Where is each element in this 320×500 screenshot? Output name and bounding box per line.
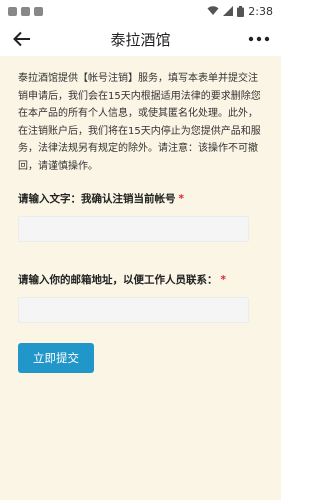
notification-icon — [8, 6, 17, 16]
more-options-button[interactable] — [247, 27, 271, 51]
confirm-text-label-text: 请输入文字：我确认注销当前帐号 — [18, 193, 176, 205]
status-bar: 2:38 — [0, 0, 281, 22]
required-mark: * — [220, 274, 227, 286]
submit-button[interactable]: 立即提交 — [18, 343, 94, 373]
email-input[interactable] — [18, 297, 249, 323]
signal-icon — [223, 6, 234, 16]
status-right: 2:38 — [207, 5, 273, 18]
form-container: 泰拉酒馆提供【帐号注销】服务，填写本表单并提交注销申请后，我们会在15天内根据适… — [0, 56, 281, 500]
notification-icon — [34, 6, 43, 16]
more-dots-icon — [248, 36, 270, 42]
email-label: 请输入你的邮箱地址，以便工作人员联系： * — [18, 272, 263, 287]
page-title: 泰拉酒馆 — [110, 30, 171, 49]
confirm-text-label: 请输入文字：我确认注销当前帐号 * — [18, 191, 263, 206]
back-arrow-icon — [13, 31, 30, 47]
status-left — [8, 6, 43, 16]
service-description: 泰拉酒馆提供【帐号注销】服务，填写本表单并提交注销申请后，我们会在15天内根据适… — [18, 73, 261, 172]
required-mark: * — [178, 193, 185, 205]
battery-icon — [237, 5, 245, 17]
confirm-text-input[interactable] — [18, 216, 249, 242]
notification-icon — [21, 6, 30, 16]
wifi-icon — [207, 6, 219, 15]
status-time: 2:38 — [248, 4, 273, 18]
email-label-text: 请输入你的邮箱地址，以便工作人员联系： — [18, 274, 218, 286]
back-button[interactable] — [10, 27, 34, 51]
app-header: 泰拉酒馆 — [0, 22, 281, 56]
